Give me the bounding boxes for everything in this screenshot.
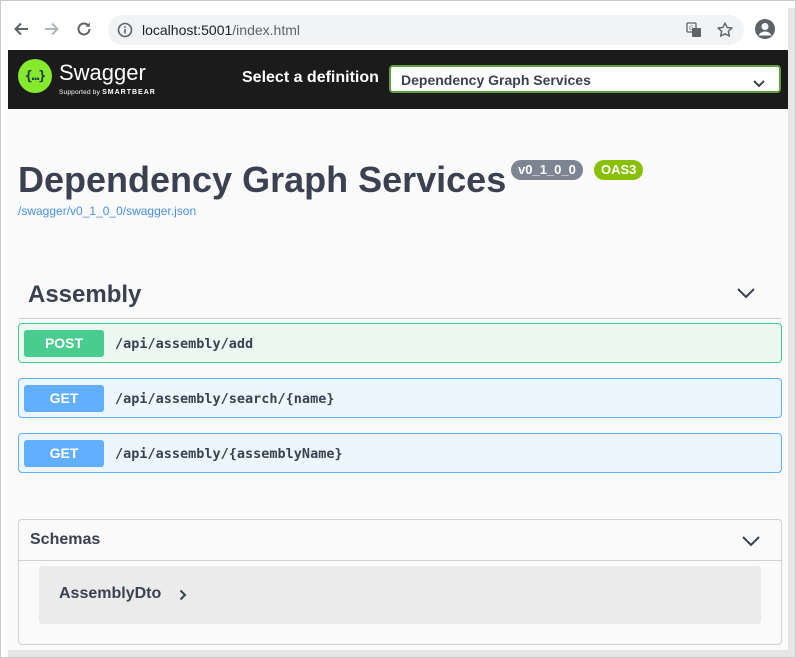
operation-path: /api/assembly/{assemblyName}: [115, 446, 343, 462]
chevron-down-icon[interactable]: [741, 534, 761, 552]
swagger-logo-icon[interactable]: {…}: [18, 59, 52, 93]
brand-sub-company: SMARTBEAR: [102, 89, 156, 96]
logo-glyph: {…}: [24, 68, 47, 84]
operation-post-add[interactable]: POST /api/assembly/add: [18, 323, 782, 363]
oas-badge: OAS3: [594, 160, 644, 180]
brand-subtitle: Supported by SMARTBEAR: [59, 89, 156, 96]
model-assemblydto[interactable]: AssemblyDto: [39, 566, 761, 624]
profile-icon[interactable]: [754, 18, 776, 45]
back-icon[interactable]: [10, 18, 32, 40]
window-shadow-bottom: [8, 650, 796, 658]
schemas-title: Schemas: [30, 531, 101, 548]
swagger-topbar: {…} Swagger Supported by SMARTBEAR Selec…: [8, 50, 788, 109]
definition-select[interactable]: Dependency Graph Services: [389, 65, 781, 93]
page-title: Dependency Graph Services: [18, 159, 507, 200]
brand-name[interactable]: Swagger: [59, 60, 146, 86]
address-bar[interactable]: localhost:5001/index.html G: [108, 15, 744, 45]
forward-icon[interactable]: [41, 18, 63, 40]
method-badge: GET: [24, 440, 104, 467]
schemas-section: Schemas AssemblyDto: [18, 519, 782, 645]
model-name: AssemblyDto: [59, 585, 162, 602]
window-shadow-right: [788, 8, 796, 658]
url-host: localhost:5001: [142, 22, 233, 38]
operation-get-search[interactable]: GET /api/assembly/search/{name}: [18, 378, 782, 418]
info-icon[interactable]: [117, 22, 133, 43]
brand-sub-prefix: Supported by: [59, 89, 103, 96]
chevron-down-icon[interactable]: [736, 286, 756, 304]
browser-toolbar: localhost:5001/index.html G: [8, 8, 788, 50]
spec-json-link[interactable]: /swagger/v0_1_0_0/swagger.json: [18, 204, 196, 218]
version-badge: v0_1_0_0: [511, 160, 583, 180]
url-text[interactable]: localhost:5001/index.html: [142, 22, 300, 38]
svg-text:G: G: [689, 25, 694, 32]
reload-icon[interactable]: [73, 18, 95, 40]
operation-get-assembly[interactable]: GET /api/assembly/{assemblyName}: [18, 433, 782, 473]
star-icon[interactable]: [716, 21, 734, 44]
definition-select-value: Dependency Graph Services: [401, 72, 591, 88]
method-badge: POST: [24, 330, 104, 357]
operation-path: /api/assembly/search/{name}: [115, 391, 335, 407]
translate-icon[interactable]: G: [686, 22, 702, 43]
definition-label: Select a definition: [242, 69, 379, 86]
tag-section-assembly[interactable]: Assembly: [18, 274, 782, 319]
schemas-header[interactable]: Schemas: [19, 520, 781, 561]
chevron-down-icon: [753, 75, 765, 93]
method-badge: GET: [24, 385, 104, 412]
swagger-content: Dependency Graph Services v0_1_0_0 OAS3 …: [8, 109, 788, 650]
chevron-right-icon[interactable]: [179, 588, 187, 606]
tag-name: Assembly: [28, 281, 142, 308]
url-path: /index.html: [232, 22, 300, 38]
operation-path: /api/assembly/add: [115, 336, 254, 352]
